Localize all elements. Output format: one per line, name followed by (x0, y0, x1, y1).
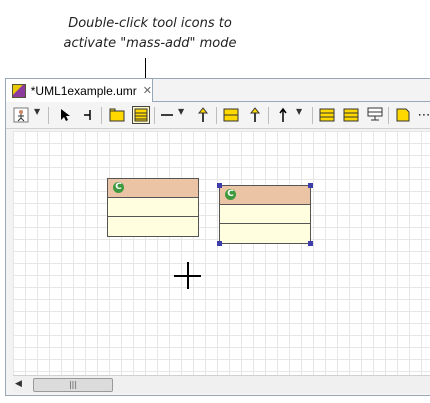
editor-tab[interactable]: *UML1example.umr ✕ (6, 79, 153, 102)
toolbar-separator (101, 107, 102, 124)
toolbar-separator (312, 107, 313, 124)
close-tab-icon[interactable]: ✕ (143, 84, 152, 97)
generalization-dropdown-icon[interactable] (274, 106, 292, 124)
toolbar-separator (216, 107, 217, 124)
diagram-editor: *UML1example.umr ✕ ▼ ▼ ▼ ⋯ C C ◀ ||| (5, 78, 430, 396)
scroll-left-icon[interactable]: ◀ (15, 379, 22, 389)
more-icon[interactable]: ⋯ (415, 106, 430, 124)
class-icon[interactable] (132, 106, 150, 124)
class-alt-icon[interactable] (318, 106, 336, 124)
class-header: C (108, 179, 198, 198)
editor-tab-title: *UML1example.umr (30, 83, 137, 98)
class-badge-icon: C (113, 182, 124, 193)
dependency-arrow-icon[interactable] (246, 106, 264, 124)
toolbar-separator (48, 107, 49, 124)
chevron-down-icon[interactable]: ▼ (34, 107, 40, 116)
interface-icon[interactable] (222, 106, 240, 124)
callout-line-1: Double-click tool icons to (68, 16, 232, 31)
tab-border (152, 101, 430, 102)
toolbar-separator (154, 107, 155, 124)
instruction-callout: Double-click tool icons to activate "mas… (50, 14, 250, 54)
class-operations-compartment[interactable] (108, 217, 198, 235)
class-attributes-compartment[interactable] (220, 205, 310, 224)
toolbar-separator (388, 107, 389, 124)
palette-toolbar: ▼ ▼ ▼ ⋯ (6, 103, 430, 129)
line-dropdown-icon[interactable] (158, 106, 176, 124)
note-icon[interactable] (394, 106, 412, 124)
class-operations-compartment[interactable] (220, 224, 310, 242)
signal-icon[interactable] (366, 106, 384, 124)
person-dropdown-icon[interactable] (12, 106, 30, 124)
uml-model-icon (12, 83, 26, 98)
class-header: C (220, 186, 310, 205)
anchor-icon[interactable] (78, 106, 96, 124)
chevron-down-icon[interactable]: ▼ (178, 107, 184, 116)
resize-handle[interactable] (217, 183, 222, 188)
class-alt2-icon[interactable] (342, 106, 360, 124)
scroll-thumb[interactable]: ||| (33, 378, 113, 392)
class-attributes-compartment[interactable] (108, 198, 198, 217)
horizontal-scrollbar[interactable]: ◀ ||| (13, 375, 430, 393)
uml-class-1[interactable]: C (107, 178, 199, 237)
select-arrow-icon[interactable] (56, 106, 74, 124)
callout-line-2: activate "mass-add" mode (63, 36, 237, 51)
class-badge-icon: C (225, 189, 236, 200)
crosshair-cursor-icon (187, 262, 189, 289)
resize-handle[interactable] (308, 241, 313, 246)
resize-handle[interactable] (308, 183, 313, 188)
toolbar-separator (268, 107, 269, 124)
chevron-down-icon[interactable]: ▼ (296, 107, 302, 116)
arrow-up-icon[interactable] (194, 106, 212, 124)
uml-class-2-selected[interactable]: C (219, 185, 311, 244)
package-icon[interactable] (108, 106, 126, 124)
resize-handle[interactable] (217, 241, 222, 246)
diagram-canvas[interactable]: C C (13, 131, 430, 375)
